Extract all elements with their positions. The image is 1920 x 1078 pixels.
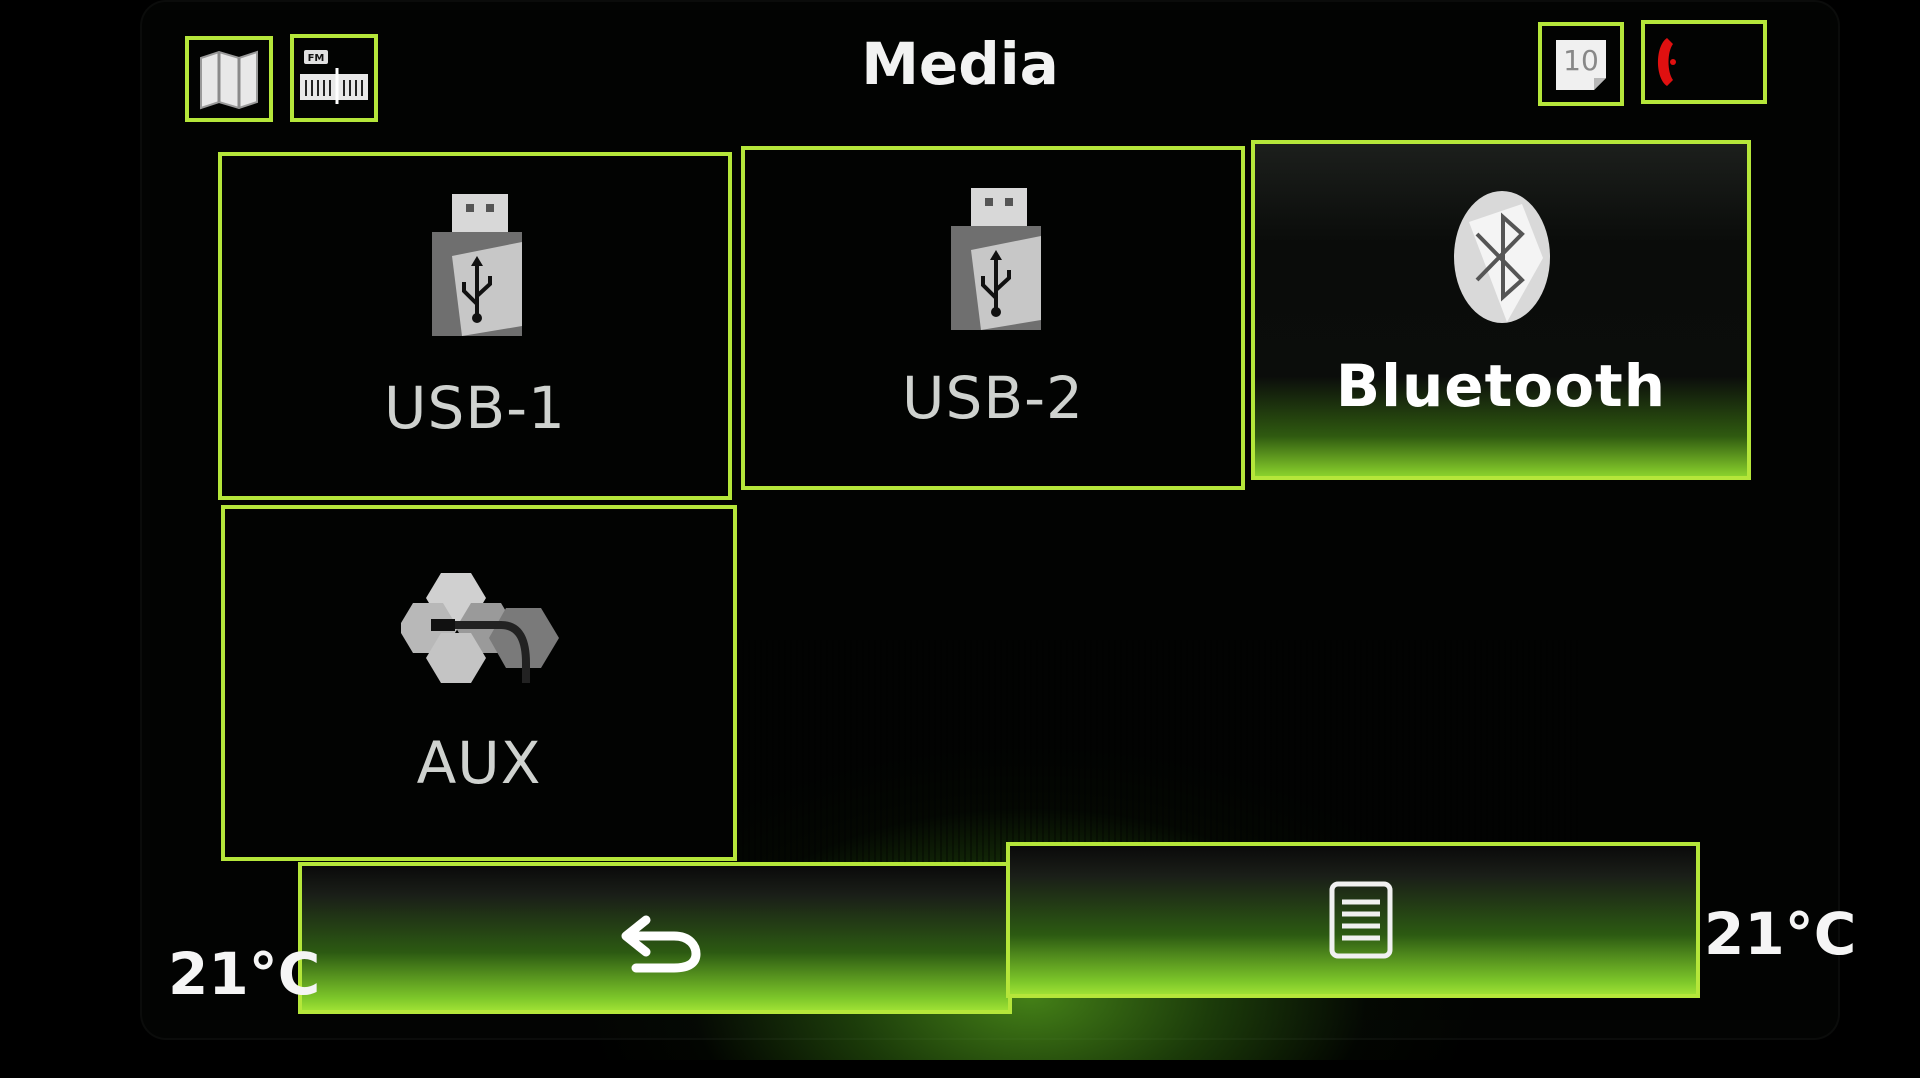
aux-cable-icon [401, 573, 559, 683]
tile-aux[interactable]: AUX [221, 505, 737, 861]
temperature-left: 21°C [168, 940, 321, 1008]
back-button[interactable] [298, 862, 1012, 1014]
page-title: Media [861, 30, 1059, 98]
list-button[interactable] [1006, 842, 1700, 998]
tile-label-bluetooth: Bluetooth [1335, 352, 1667, 420]
usb-drive-icon [432, 194, 522, 336]
tile-bluetooth[interactable]: Bluetooth [1251, 140, 1751, 480]
temperature-right: 21°C [1704, 900, 1857, 968]
tile-label-usb-2: USB-2 [902, 364, 1084, 432]
calendar-day: 10 [1563, 44, 1599, 77]
tile-usb-2[interactable]: USB-2 [741, 146, 1245, 490]
tile-label-aux: AUX [416, 729, 542, 797]
tile-label-usb-1: USB-1 [384, 374, 566, 442]
back-icon [621, 915, 701, 973]
tile-usb-1[interactable]: USB-1 [218, 152, 732, 500]
calendar-button[interactable]: 10 [1538, 22, 1624, 106]
bluetooth-icon [1454, 191, 1550, 323]
list-icon [1329, 881, 1393, 959]
phone-icon [1658, 38, 1676, 86]
usb-drive-icon [951, 188, 1041, 330]
phone-button[interactable] [1641, 20, 1767, 104]
